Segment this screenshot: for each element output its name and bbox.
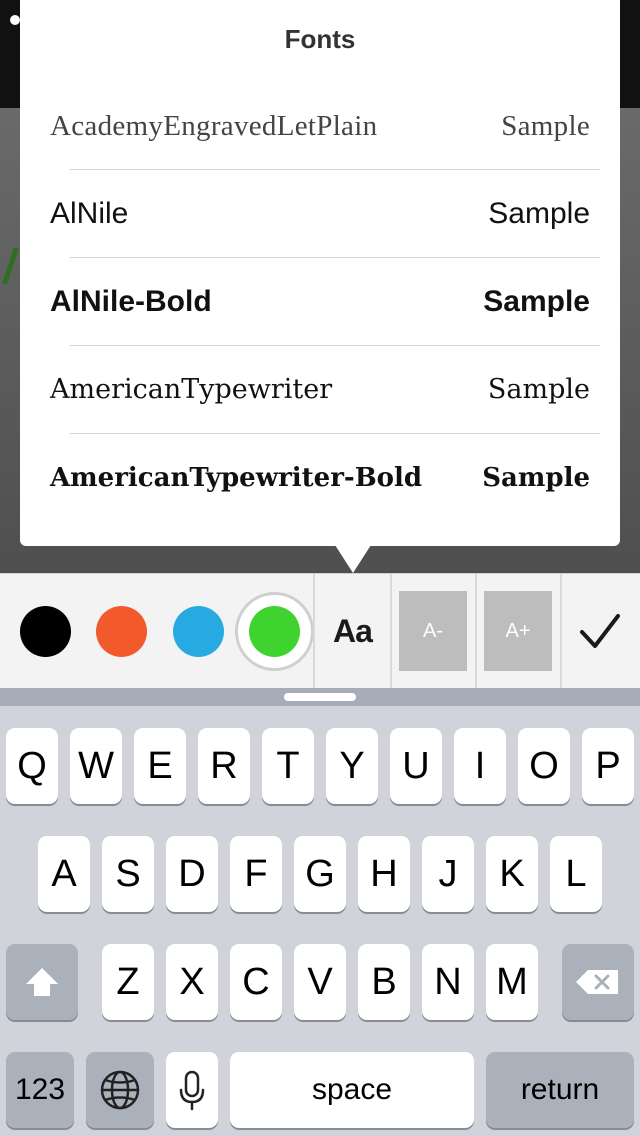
checkmark-icon <box>580 614 620 648</box>
font-name: AmericanTypewriter-Bold <box>50 463 423 493</box>
backspace-icon <box>576 970 618 994</box>
font-sample: Sample <box>488 197 590 230</box>
key-t[interactable]: T <box>262 728 314 804</box>
key-p[interactable]: P <box>582 728 634 804</box>
key-m[interactable]: M <box>486 944 538 1020</box>
font-name: AmericanTypewriter <box>50 374 333 405</box>
return-key[interactable]: return <box>486 1052 634 1128</box>
fonts-popover: Fonts AcademyEngravedLetPlain Sample AlN… <box>20 0 620 546</box>
font-row-academy-engraved[interactable]: AcademyEngravedLetPlain Sample <box>20 82 620 170</box>
toolbar-divider <box>475 574 477 689</box>
status-indicator-icon <box>10 15 20 25</box>
popover-arrow <box>335 545 371 573</box>
key-s[interactable]: S <box>102 836 154 912</box>
color-swatch-orange[interactable] <box>96 606 147 657</box>
font-sample: Sample <box>501 110 590 142</box>
font-name: AlNile-Bold <box>50 285 212 318</box>
font-row-alnile[interactable]: AlNile Sample <box>20 170 620 258</box>
font-row-american-typewriter-bold[interactable]: AmericanTypewriter-Bold Sample <box>20 434 620 522</box>
keyboard-handle[interactable] <box>284 693 356 701</box>
font-name: AlNile <box>50 197 129 230</box>
key-j[interactable]: J <box>422 836 474 912</box>
numbers-key[interactable]: 123 <box>6 1052 74 1128</box>
popover-title: Fonts <box>284 24 356 54</box>
color-swatch-green[interactable] <box>249 606 300 657</box>
key-w[interactable]: W <box>70 728 122 804</box>
font-sample: Sample <box>487 374 590 405</box>
font-row-american-typewriter[interactable]: AmericanTypewriter Sample <box>20 346 620 434</box>
key-x[interactable]: X <box>166 944 218 1020</box>
microphone-icon <box>179 1070 205 1111</box>
key-b[interactable]: B <box>358 944 410 1020</box>
font-sample: Sample <box>482 463 590 493</box>
key-z[interactable]: Z <box>102 944 154 1020</box>
color-swatch-black[interactable] <box>20 606 71 657</box>
space-key[interactable]: space <box>230 1052 474 1128</box>
key-q[interactable]: Q <box>6 728 58 804</box>
key-v[interactable]: V <box>294 944 346 1020</box>
dictation-key[interactable] <box>166 1052 218 1128</box>
font-sample: Sample <box>483 285 590 318</box>
delete-key[interactable] <box>562 944 634 1020</box>
keyboard-top-bar <box>0 688 640 706</box>
key-r[interactable]: R <box>198 728 250 804</box>
shift-arrow-icon <box>26 968 58 996</box>
key-k[interactable]: K <box>486 836 538 912</box>
key-f[interactable]: F <box>230 836 282 912</box>
text-style-toolbar: Aa A- A+ <box>0 573 640 689</box>
key-h[interactable]: H <box>358 836 410 912</box>
key-n[interactable]: N <box>422 944 474 1020</box>
key-c[interactable]: C <box>230 944 282 1020</box>
toolbar-divider <box>390 574 392 689</box>
font-row-alnile-bold[interactable]: AlNile-Bold Sample <box>20 258 620 346</box>
font-name: AcademyEngravedLetPlain <box>50 110 378 142</box>
globe-icon <box>100 1070 140 1110</box>
globe-key[interactable] <box>86 1052 154 1128</box>
color-swatch-blue[interactable] <box>173 606 224 657</box>
key-d[interactable]: D <box>166 836 218 912</box>
key-g[interactable]: G <box>294 836 346 912</box>
key-e[interactable]: E <box>134 728 186 804</box>
key-a[interactable]: A <box>38 836 90 912</box>
shift-key[interactable] <box>6 944 78 1020</box>
keyboard: Q W E R T Y U I O P A S D F G H J K L Z … <box>0 688 640 1136</box>
increase-size-button[interactable]: A+ <box>484 591 552 671</box>
key-i[interactable]: I <box>454 728 506 804</box>
key-y[interactable]: Y <box>326 728 378 804</box>
decrease-size-button[interactable]: A- <box>399 591 467 671</box>
key-o[interactable]: O <box>518 728 570 804</box>
key-l[interactable]: L <box>550 836 602 912</box>
done-button[interactable] <box>562 574 640 689</box>
font-picker-button[interactable]: Aa <box>315 574 390 689</box>
key-u[interactable]: U <box>390 728 442 804</box>
